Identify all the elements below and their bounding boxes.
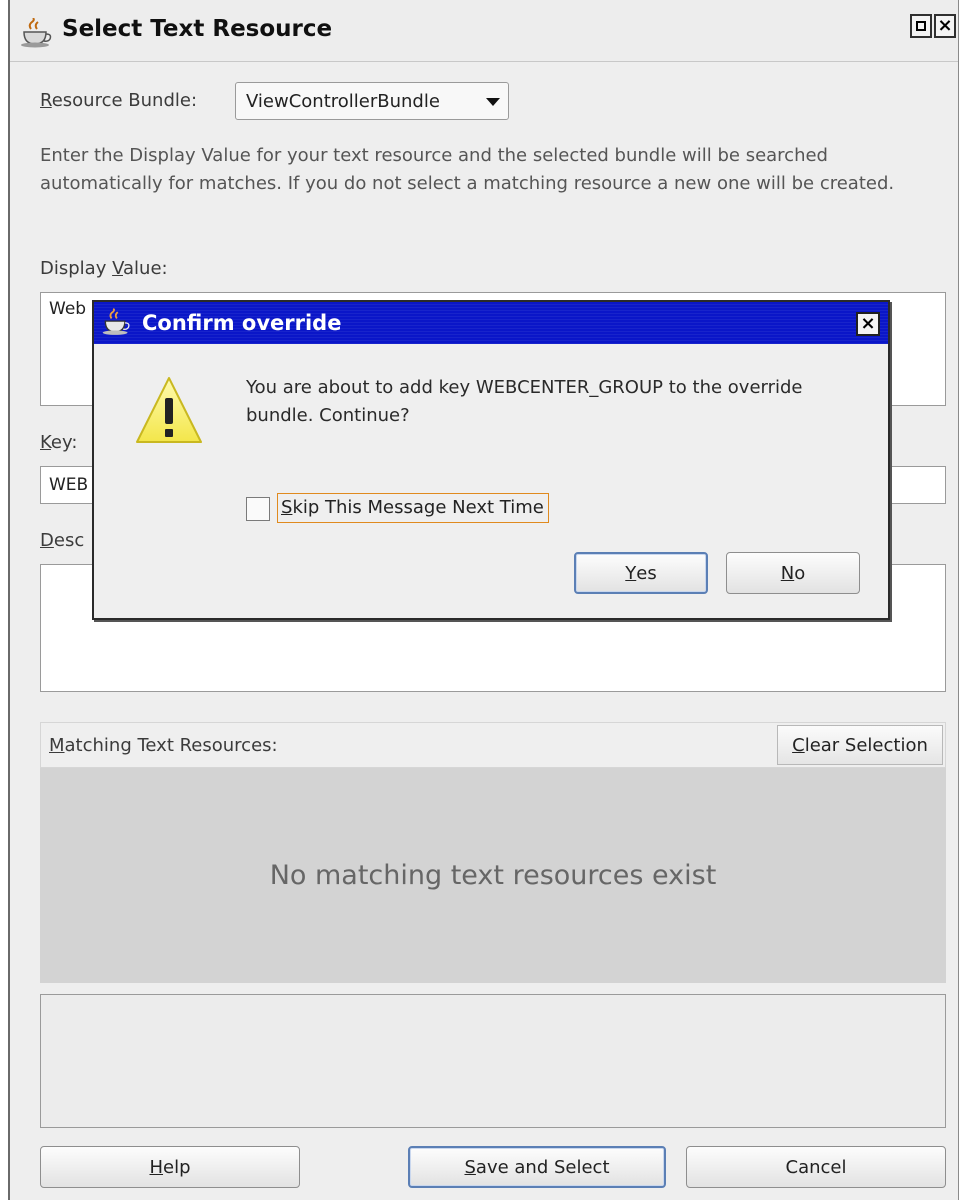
no-mnemonic: N xyxy=(780,562,795,584)
display-value-label-pre: Display xyxy=(40,258,113,279)
confirm-override-dialog: Confirm override × You are about to add … xyxy=(92,300,890,620)
display-value-label-post: alue: xyxy=(123,258,168,279)
clear-mnemonic: C xyxy=(792,734,805,756)
yes-label-post: es xyxy=(636,562,657,584)
skip-message-label[interactable]: Skip This Message Next Time xyxy=(277,493,549,523)
save-and-select-button[interactable]: Save and Select xyxy=(408,1146,666,1188)
key-mnemonic: K xyxy=(40,432,51,453)
confirm-message: You are about to add key WEBCENTER_GROUP… xyxy=(246,377,803,426)
description-label-post: esc xyxy=(53,530,85,551)
resource-bundle-value: ViewControllerBundle xyxy=(246,91,440,112)
maximize-icon[interactable] xyxy=(910,14,932,38)
resource-details-panel xyxy=(40,994,946,1128)
cancel-button[interactable]: Cancel xyxy=(686,1146,946,1188)
key-label: Key: xyxy=(40,432,77,453)
instructions-text: Enter the Display Value for your text re… xyxy=(40,145,895,194)
skip-mnemonic: S xyxy=(281,497,293,518)
help-label-post: elp xyxy=(163,1156,191,1178)
display-value-text: Web xyxy=(49,299,87,319)
key-label-post: ey: xyxy=(50,432,78,453)
no-button[interactable]: No xyxy=(726,552,860,594)
save-label-post: ave and Select xyxy=(475,1156,610,1178)
empty-message: No matching text resources exist xyxy=(269,860,717,891)
java-cup-icon xyxy=(21,18,52,48)
help-button[interactable]: Help xyxy=(40,1146,300,1188)
matching-resources-label: Matching Text Resources: xyxy=(49,735,278,756)
clear-selection-button[interactable]: Clear Selection xyxy=(777,725,943,765)
window-title: Select Text Resource xyxy=(62,16,333,42)
matching-resources-list[interactable]: No matching text resources exist xyxy=(40,768,946,983)
resource-bundle-select[interactable]: ViewControllerBundle xyxy=(235,82,509,120)
resource-bundle-label: Resource Bundle: xyxy=(40,90,197,111)
description-label: Desc xyxy=(40,530,84,551)
display-value-mnemonic: V xyxy=(112,258,123,279)
display-value-label: Display Value: xyxy=(40,258,168,279)
skip-label-post: kip This Message Next Time xyxy=(292,497,544,518)
warning-icon xyxy=(136,377,202,443)
yes-mnemonic: Y xyxy=(625,562,637,584)
chevron-down-icon[interactable] xyxy=(486,98,500,106)
close-icon[interactable]: × xyxy=(856,312,880,336)
resource-bundle-mnemonic: R xyxy=(40,90,52,111)
no-label-post: o xyxy=(794,562,806,584)
skip-message-checkbox[interactable] xyxy=(246,497,270,521)
confirm-title-bar[interactable]: Confirm override × xyxy=(94,302,888,344)
cancel-label: Cancel xyxy=(785,1156,847,1178)
matching-resources-header: Matching Text Resources: Clear Selection xyxy=(40,722,946,768)
help-mnemonic: H xyxy=(149,1156,164,1178)
resource-bundle-label-text: esource Bundle: xyxy=(51,90,198,111)
java-cup-icon xyxy=(102,308,130,335)
close-icon[interactable]: × xyxy=(934,14,956,38)
matching-label-post: atching Text Resources: xyxy=(64,735,278,756)
save-mnemonic: S xyxy=(464,1156,476,1178)
description-mnemonic: D xyxy=(40,530,54,551)
clear-label-post: lear Selection xyxy=(804,734,928,756)
title-bar[interactable]: Select Text Resource × xyxy=(10,0,958,62)
key-text: WEB xyxy=(49,475,89,495)
confirm-title: Confirm override xyxy=(142,311,342,335)
matching-mnemonic: M xyxy=(49,735,65,756)
yes-button[interactable]: Yes xyxy=(574,552,708,594)
